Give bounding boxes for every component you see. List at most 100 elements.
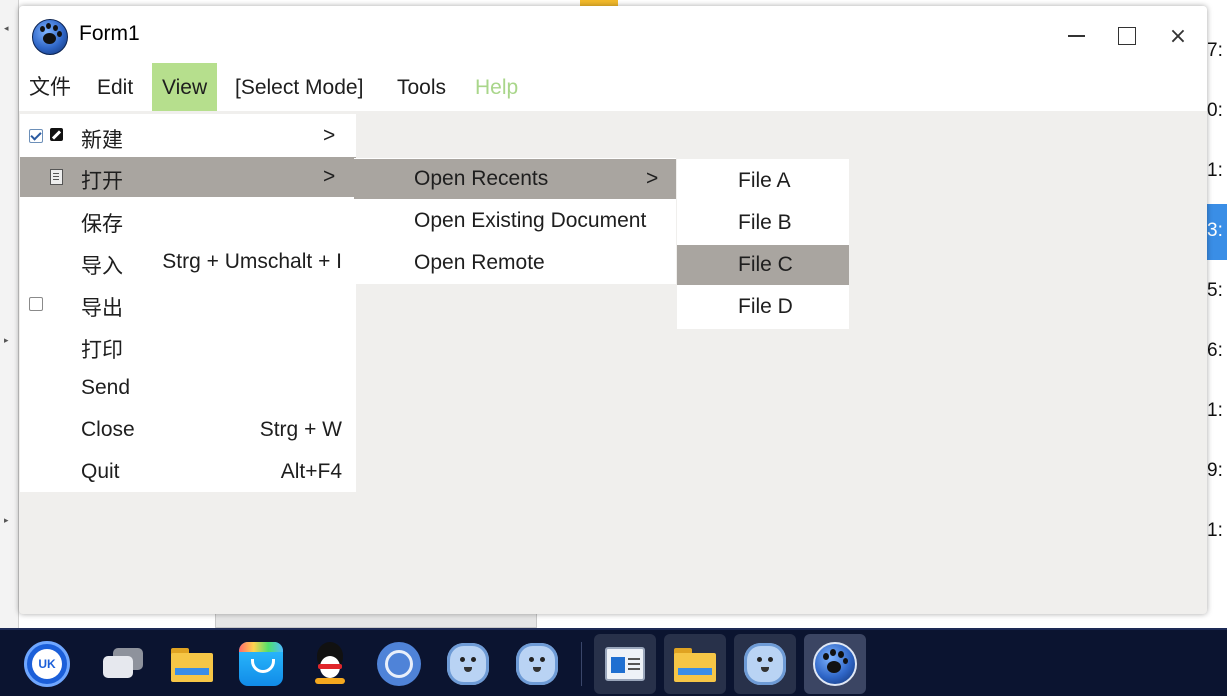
cheetah-app-icon xyxy=(744,643,786,685)
submenu-arrow-icon: > xyxy=(646,167,659,190)
menu-item-open[interactable]: 打开 > xyxy=(20,157,356,197)
cheetah-app-icon xyxy=(516,643,558,685)
menu-label: [Select Mode] xyxy=(235,76,364,99)
menu-item-export[interactable]: 导出 xyxy=(20,284,356,324)
app-store-icon xyxy=(239,642,283,686)
menu-item-open-recents[interactable]: Open Recents > xyxy=(354,159,676,199)
time-cell: 5: xyxy=(1207,280,1223,301)
open-file-icon xyxy=(50,169,63,185)
checkbox-unchecked-icon[interactable] xyxy=(29,297,43,311)
menu-label: Help xyxy=(475,76,519,99)
time-cell: 0: xyxy=(1207,100,1223,121)
expand-arrow-icon: ▸ xyxy=(4,336,9,346)
menu-item-label: File C xyxy=(738,253,793,276)
menu-item-quit[interactable]: Quit Alt+F4 xyxy=(20,452,356,492)
menu-item-label: Open Remote xyxy=(414,251,545,274)
menu-label: Edit xyxy=(97,76,134,99)
multitask-view-icon xyxy=(101,648,145,680)
taskbar-file-manager[interactable] xyxy=(161,634,223,694)
taskbar-paw-app-active[interactable] xyxy=(804,634,866,694)
shortcut-label: Strg + W xyxy=(259,418,342,441)
edit-icon xyxy=(50,128,63,141)
time-cell: 9: xyxy=(1207,460,1223,481)
minimize-icon xyxy=(1067,35,1085,37)
taskbar-cheetah-app[interactable] xyxy=(437,634,499,694)
chromium-browser-icon xyxy=(377,642,421,686)
menu-label: View xyxy=(162,76,208,99)
menu-item-label: 新建 xyxy=(81,129,123,152)
time-cell: 1: xyxy=(1207,520,1223,541)
menu-tools[interactable]: Tools xyxy=(387,63,456,111)
menu-item-import[interactable]: 导入 Strg + Umschalt + I xyxy=(20,242,356,282)
uk-launcher-icon: UK xyxy=(24,641,70,687)
menu-item-label: Open Existing Document xyxy=(414,209,647,232)
main-window: Form1 × 文件 Edit View [Select Mode] Tools… xyxy=(19,6,1207,614)
paw-app-icon xyxy=(32,19,68,55)
menu-item-label: 导入 xyxy=(81,255,123,278)
menu-item-file-b[interactable]: File B xyxy=(677,203,849,243)
menu-item-label: 保存 xyxy=(81,213,123,236)
menu-select-mode[interactable]: [Select Mode] xyxy=(225,63,373,111)
taskbar-cheetah-app-running[interactable] xyxy=(734,634,796,694)
recents-submenu: File A File B File C File D xyxy=(677,159,849,329)
menu-item-file-c[interactable]: File C xyxy=(677,245,849,285)
close-button[interactable]: × xyxy=(1163,21,1193,51)
menu-view[interactable]: View xyxy=(152,63,218,111)
window-title: Form1 xyxy=(79,22,140,45)
file-menu-dropdown: 新建 > 打开 > 保存 导入 Strg + Umschalt + I 导出 打… xyxy=(20,114,356,492)
background-left-pane: ◂ ▸ ▸ xyxy=(0,0,19,628)
taskbar-cheetah-app[interactable] xyxy=(506,634,568,694)
menu-item-open-remote[interactable]: Open Remote xyxy=(354,243,676,283)
title-bar[interactable]: Form1 × xyxy=(19,6,1207,66)
file-manager-icon xyxy=(171,646,213,682)
menu-item-open-existing[interactable]: Open Existing Document xyxy=(354,201,676,241)
menu-item-label: File B xyxy=(738,211,792,234)
qq-icon xyxy=(311,642,349,686)
shortcut-label: Strg + Umschalt + I xyxy=(162,250,342,273)
expand-arrow-icon: ▸ xyxy=(4,516,9,526)
paw-app-icon xyxy=(813,642,857,686)
taskbar-text-editor[interactable] xyxy=(594,634,656,694)
taskbar-app-store[interactable] xyxy=(230,634,292,694)
menu-item-print[interactable]: 打印 xyxy=(20,326,356,366)
checkbox-checked-icon[interactable] xyxy=(29,129,43,143)
menu-item-send[interactable]: Send xyxy=(20,368,356,408)
menu-item-label: 打开 xyxy=(81,170,123,193)
taskbar-multitask-view[interactable] xyxy=(92,634,154,694)
menu-item-label: 导出 xyxy=(81,297,123,320)
time-cell: 7: xyxy=(1207,40,1223,61)
close-icon: × xyxy=(1168,23,1188,49)
background-scrollbar xyxy=(215,612,537,628)
menu-item-label: Send xyxy=(81,376,131,399)
menu-item-label: Open Recents xyxy=(414,167,549,190)
menu-label: Tools xyxy=(397,76,447,99)
submenu-arrow-icon: > xyxy=(323,165,336,188)
menu-help[interactable]: Help xyxy=(465,63,528,111)
minimize-button[interactable] xyxy=(1061,21,1091,51)
open-submenu: Open Recents > Open Existing Document Op… xyxy=(354,158,676,284)
background-time-column: 7: 0: 1: 3: 5: 6: 1: 9: 1: xyxy=(1207,6,1227,626)
menu-item-file-d[interactable]: File D xyxy=(677,287,849,327)
menu-item-label: Close xyxy=(81,418,135,441)
menu-item-label: File D xyxy=(738,295,793,318)
menu-bar: 文件 Edit View [Select Mode] Tools Help xyxy=(19,63,1207,111)
menu-item-new[interactable]: 新建 > xyxy=(20,116,356,156)
taskbar-qq[interactable] xyxy=(299,634,361,694)
taskbar-file-manager-running[interactable] xyxy=(664,634,726,694)
submenu-arrow-icon: > xyxy=(323,124,336,147)
taskbar-uk-launcher[interactable]: UK xyxy=(16,634,78,694)
text-editor-icon xyxy=(605,647,645,681)
menu-item-file-a[interactable]: File A xyxy=(677,161,849,201)
taskbar-chromium[interactable] xyxy=(368,634,430,694)
time-cell: 3: xyxy=(1207,220,1223,241)
menu-item-label: 打印 xyxy=(81,339,123,362)
menu-item-close[interactable]: Close Strg + W xyxy=(20,410,356,450)
menu-edit[interactable]: Edit xyxy=(87,63,143,111)
menu-item-label: File A xyxy=(738,169,791,192)
time-cell: 1: xyxy=(1207,400,1223,421)
maximize-button[interactable] xyxy=(1112,21,1142,51)
menu-item-save[interactable]: 保存 xyxy=(20,200,356,240)
file-manager-icon xyxy=(674,646,716,682)
taskbar: UK xyxy=(0,628,1227,696)
menu-file[interactable]: 文件 xyxy=(19,63,81,111)
